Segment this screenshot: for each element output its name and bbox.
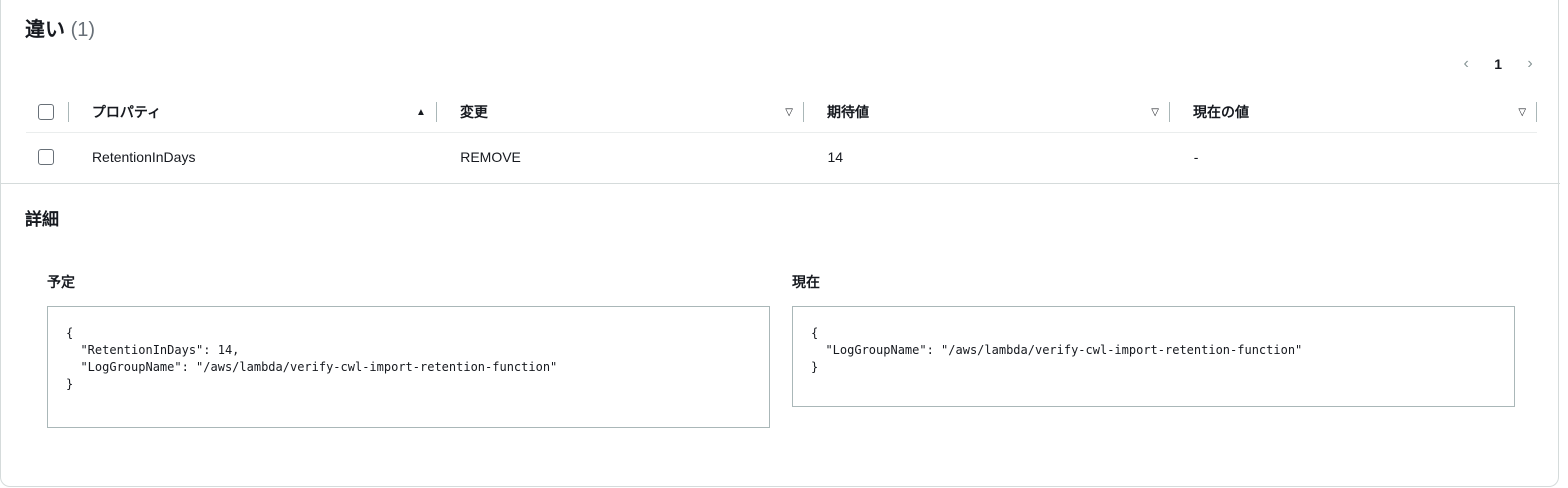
page-number[interactable]: 1 xyxy=(1494,56,1502,72)
differences-title: 違い xyxy=(25,19,65,41)
column-label: 変更 xyxy=(459,104,488,120)
expected-title: 予定 xyxy=(47,274,75,290)
column-label: 期待値 xyxy=(826,104,869,120)
column-header-change[interactable]: 変更 ▽ xyxy=(437,92,803,132)
current-code-block: { "LogGroupName": "/aws/lambda/verify-cw… xyxy=(792,306,1515,407)
sort-ascending-icon[interactable]: ▲ xyxy=(416,107,426,118)
section-divider xyxy=(1,183,1560,184)
select-all-checkbox[interactable] xyxy=(38,104,54,120)
pagination: ‹ 1 › xyxy=(1460,55,1536,73)
differences-panel: 違い (1) ‹ 1 › プロパティ ▲ 変更 ▽ 期待値 ▽ 現在の値 ▽ R… xyxy=(0,0,1560,487)
differences-table: プロパティ ▲ 変更 ▽ 期待値 ▽ 現在の値 ▽ RetentionInDay… xyxy=(26,92,1538,180)
sort-icon[interactable]: ▽ xyxy=(1151,107,1159,118)
cell-change: REMOVE xyxy=(460,148,521,165)
column-header-property[interactable]: プロパティ ▲ xyxy=(69,92,436,132)
row-checkbox[interactable] xyxy=(38,148,54,165)
sort-icon[interactable]: ▽ xyxy=(785,107,793,118)
details-title: 詳細 xyxy=(25,210,59,229)
current-title: 現在 xyxy=(792,274,820,290)
cell-property: RetentionInDays xyxy=(91,148,196,165)
chevron-left-icon[interactable]: ‹ xyxy=(1460,55,1472,73)
column-header-expected[interactable]: 期待値 ▽ xyxy=(804,92,1169,132)
row-select-cell xyxy=(26,133,68,180)
expected-code-block: { "RetentionInDays": 14, "LogGroupName":… xyxy=(47,306,770,428)
cell-expected: 14 xyxy=(827,148,844,165)
select-all-cell xyxy=(26,92,68,132)
sort-icon[interactable]: ▽ xyxy=(1518,107,1526,118)
chevron-right-icon[interactable]: › xyxy=(1524,55,1536,73)
column-label: プロパティ xyxy=(91,104,162,120)
column-header-current[interactable]: 現在の値 ▽ xyxy=(1170,92,1536,132)
differences-header: 違い (1) xyxy=(25,13,95,42)
differences-count: (1) xyxy=(70,19,96,41)
table-row[interactable]: RetentionInDays REMOVE 14 - xyxy=(26,133,1537,180)
column-separator[interactable] xyxy=(1536,102,1538,122)
table-header: プロパティ ▲ 変更 ▽ 期待値 ▽ 現在の値 ▽ xyxy=(26,92,1538,133)
column-label: 現在の値 xyxy=(1193,104,1249,120)
cell-current: - xyxy=(1193,148,1199,165)
